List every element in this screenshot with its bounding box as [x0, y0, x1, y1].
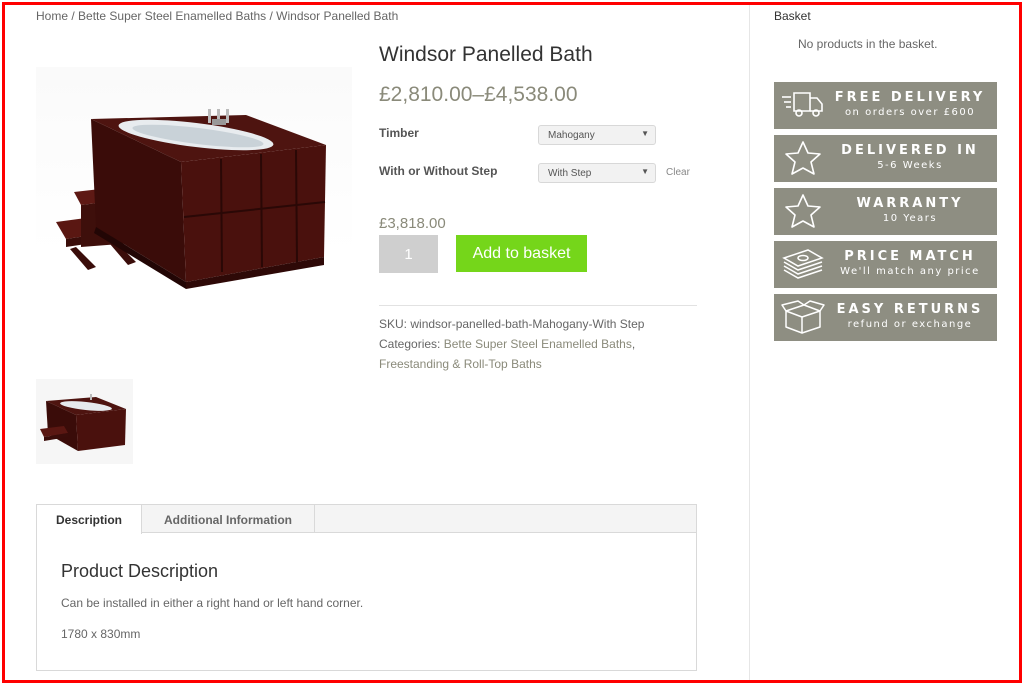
tab-additional-information[interactable]: Additional Information: [142, 505, 315, 533]
category-link[interactable]: Bette Super Steel Enamelled Baths: [444, 337, 632, 351]
step-select-value: With Step: [548, 168, 592, 179]
money-stack-icon: [782, 249, 824, 279]
categories-label: Categories:: [379, 337, 441, 351]
product-thumbnail[interactable]: [36, 379, 133, 464]
banner-sub-text: We'll match any price: [840, 266, 980, 277]
banner-free-delivery[interactable]: FREE DELIVERY on orders over £600: [774, 82, 997, 129]
meta-divider: [379, 305, 697, 306]
banner-sub-text: 5-6 Weeks: [877, 160, 943, 171]
description-dimensions: 1780 x 830mm: [61, 627, 141, 641]
box-icon: [781, 300, 825, 334]
banner-main-text: FREE DELIVERY: [834, 90, 986, 105]
basket-title: Basket: [774, 9, 811, 23]
basket-empty-message: No products in the basket.: [798, 37, 938, 51]
tabs-bar: Description Additional Information: [37, 505, 696, 534]
breadcrumb-separator: /: [266, 9, 277, 23]
breadcrumb: Home / Bette Super Steel Enamelled Baths…: [36, 9, 398, 23]
breadcrumb-separator: /: [68, 9, 79, 23]
delivery-truck-icon: [782, 92, 823, 117]
banner-easy-returns[interactable]: EASY RETURNS refund or exchange: [774, 294, 997, 341]
product-tabs: Description Additional Information Produ…: [36, 504, 697, 671]
product-title: Windsor Panelled Bath: [379, 43, 593, 66]
product-main-image[interactable]: [36, 67, 352, 335]
banner-main-text: WARRANTY: [856, 196, 964, 211]
star-icon: [785, 194, 821, 228]
breadcrumb-category-link[interactable]: Bette Super Steel Enamelled Baths: [78, 9, 266, 23]
banner-delivered-in[interactable]: DELIVERED IN 5-6 Weeks: [774, 135, 997, 182]
variation-label-timber: Timber: [379, 126, 419, 140]
description-paragraph: Can be installed in either a right hand …: [61, 596, 364, 610]
banner-sub-text: on orders over £600: [844, 107, 976, 118]
variation-price: £3,818.00: [379, 215, 446, 232]
banner-main-text: EASY RETURNS: [836, 302, 984, 317]
add-to-basket-button[interactable]: Add to basket: [456, 235, 587, 272]
breadcrumb-home-link[interactable]: Home: [36, 9, 68, 23]
star-icon: [785, 141, 821, 175]
tab-panel-description: Product Description Can be installed in …: [61, 561, 661, 658]
banner-price-match[interactable]: PRICE MATCH We'll match any price: [774, 241, 997, 288]
product-meta: SKU: windsor-panelled-bath-Mahogany-With…: [379, 314, 699, 374]
banner-sub-text: 10 Years: [882, 213, 938, 224]
category-link[interactable]: Freestanding & Roll-Top Baths: [379, 357, 542, 371]
banner-main-text: DELIVERED IN: [841, 143, 979, 158]
timber-select[interactable]: Mahogany ▼: [538, 125, 656, 145]
sku-row: SKU: windsor-panelled-bath-Mahogany-With…: [379, 314, 699, 334]
timber-select-value: Mahogany: [548, 130, 595, 141]
categories-row: Categories: Bette Super Steel Enamelled …: [379, 334, 699, 374]
banner-main-text: PRICE MATCH: [844, 249, 976, 264]
clear-variations-link[interactable]: Clear: [666, 167, 690, 178]
sku-value: windsor-panelled-bath-Mahogany-With Step: [410, 317, 645, 331]
tab-description[interactable]: Description: [37, 505, 142, 534]
bath-thumbnail-image: [40, 394, 126, 451]
variation-label-step: With or Without Step: [379, 164, 498, 178]
category-separator: ,: [631, 337, 636, 351]
breadcrumb-current: Windsor Panelled Bath: [276, 9, 399, 23]
description-heading: Product Description: [61, 561, 219, 581]
banner-warranty[interactable]: WARRANTY 10 Years: [774, 188, 997, 235]
chevron-down-icon: ▼: [641, 167, 649, 176]
sku-label: SKU:: [379, 317, 408, 331]
banner-sub-text: refund or exchange: [847, 319, 973, 330]
step-select[interactable]: With Step ▼: [538, 163, 656, 183]
bath-image: [56, 109, 326, 289]
product-price-range: £2,810.00–£4,538.00: [379, 83, 578, 106]
quantity-input[interactable]: [379, 235, 438, 273]
product-page: Home / Bette Super Steel Enamelled Baths…: [5, 5, 1019, 680]
sidebar-divider: [749, 5, 750, 680]
chevron-down-icon: ▼: [641, 129, 649, 138]
